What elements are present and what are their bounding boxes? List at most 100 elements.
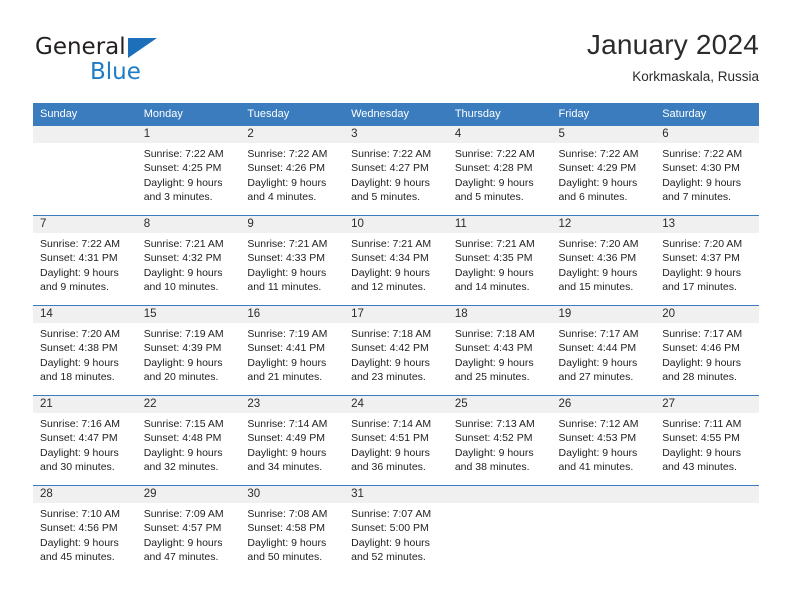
sunrise-text: Sunrise: 7:22 AM [662,148,743,160]
calendar-day[interactable]: 3 Sunrise: 7:22 AM Sunset: 4:27 PM Daylight… [344,126,448,215]
calendar-day[interactable]: 30 Sunrise: 7:08 AM Sunset: 4:58 PM Dayligh… [240,486,345,575]
calendar-day[interactable]: 23 Sunrise: 7:14 AM Sunset: 4:49 PM Dayligh… [240,396,345,485]
calendar-day[interactable]: 19 Sunrise: 7:17 AM Sunset: 4:44 PM Dayligh… [551,306,656,395]
calendar-day[interactable]: 21 Sunrise: 7:16 AM Sunset: 4:47 PM Dayligh… [33,396,137,485]
day-details: Sunrise: 7:19 AM Sunset: 4:41 PM Daylight:… [240,323,344,385]
calendar-day[interactable]: 4 Sunrise: 7:22 AM Sunset: 4:28 PM Daylight… [447,126,552,215]
calendar-day[interactable]: 12 Sunrise: 7:20 AM Sunset: 4:36 PM Dayligh… [551,216,656,305]
calendar-day[interactable]: 24 Sunrise: 7:14 AM Sunset: 4:51 PM Dayligh… [344,396,448,485]
calendar-day[interactable]: 11 Sunrise: 7:21 AM Sunset: 4:35 PM Dayligh… [447,216,552,305]
calendar-day[interactable]: 1 Sunrise: 7:22 AM Sunset: 4:25 PM Daylight… [136,126,241,215]
sunrise-text: Sunrise: 7:07 AM [351,508,432,520]
calendar-day[interactable]: 18 Sunrise: 7:18 AM Sunset: 4:43 PM Dayligh… [447,306,552,395]
calendar-cell: 29 Sunrise: 7:09 AM Sunset: 4:57 PM Dayligh… [136,485,241,575]
calendar-day[interactable]: 27 Sunrise: 7:11 AM Sunset: 4:55 PM Dayligh… [655,396,759,485]
day-number: 28 [33,486,137,503]
calendar-day[interactable]: 25 Sunrise: 7:13 AM Sunset: 4:52 PM Dayligh… [447,396,552,485]
calendar-day[interactable]: 5 Sunrise: 7:22 AM Sunset: 4:29 PM Daylight… [551,126,656,215]
calendar-cell: 6 Sunrise: 7:22 AM Sunset: 4:30 PM Daylight… [655,126,759,216]
day-details: Sunrise: 7:21 AM Sunset: 4:32 PM Daylight:… [137,233,241,295]
daylight-text: Daylight: 9 hours and 38 minutes. [454,446,534,474]
sunset-text: Sunset: 4:43 PM [454,342,533,355]
sunset-text: Sunset: 4:53 PM [558,432,637,445]
day-number: 9 [240,216,345,233]
calendar-cell: 12 Sunrise: 7:20 AM Sunset: 4:36 PM Dayligh… [551,215,656,306]
day-number: 13 [655,216,759,233]
calendar-cell: 17 Sunrise: 7:18 AM Sunset: 4:42 PM Dayligh… [344,305,448,396]
calendar-day[interactable]: 22 Sunrise: 7:15 AM Sunset: 4:48 PM Dayligh… [136,396,241,485]
sunset-text: Sunset: 4:58 PM [247,522,326,535]
sunrise-text: Sunrise: 7:21 AM [143,238,224,250]
sunset-text: Sunset: 4:35 PM [454,252,533,265]
calendar-day[interactable]: 9 Sunrise: 7:21 AM Sunset: 4:33 PM Daylight… [240,216,345,305]
calendar-day[interactable]: 16 Sunrise: 7:19 AM Sunset: 4:41 PM Dayligh… [240,306,345,395]
sunrise-text: Sunrise: 7:17 AM [558,328,639,340]
day-number: 19 [551,306,656,323]
calendar-day[interactable]: 6 Sunrise: 7:22 AM Sunset: 4:30 PM Daylight… [655,126,759,215]
calendar-cell: 19 Sunrise: 7:17 AM Sunset: 4:44 PM Dayligh… [551,305,656,396]
day-details: Sunrise: 7:08 AM Sunset: 4:58 PM Daylight:… [240,503,344,565]
day-details: Sunrise: 7:22 AM Sunset: 4:29 PM Daylight:… [552,143,656,205]
sunset-text: Sunset: 4:36 PM [558,252,637,265]
day-details: Sunrise: 7:18 AM Sunset: 4:43 PM Daylight:… [448,323,552,385]
day-number: 16 [240,306,345,323]
day-details: Sunrise: 7:18 AM Sunset: 4:42 PM Daylight:… [344,323,448,385]
sunset-text: Sunset: 4:41 PM [247,342,326,355]
day-number: 7 [33,216,137,233]
calendar-day[interactable]: 8 Sunrise: 7:21 AM Sunset: 4:32 PM Daylight… [136,216,241,305]
calendar-cell: 22 Sunrise: 7:15 AM Sunset: 4:48 PM Dayligh… [136,395,241,486]
day-number: 15 [136,306,241,323]
sunrise-text: Sunrise: 7:20 AM [40,328,120,340]
calendar-day[interactable]: 13 Sunrise: 7:20 AM Sunset: 4:37 PM Dayligh… [655,216,759,305]
day-details: Sunrise: 7:20 AM Sunset: 4:38 PM Daylight:… [33,323,137,385]
sunset-text: Sunset: 4:29 PM [558,162,637,175]
logo-text-blue: Blue [90,59,141,85]
calendar-cell: 16 Sunrise: 7:19 AM Sunset: 4:41 PM Dayligh… [240,305,345,396]
calendar-cell [33,126,137,216]
page-subtitle: Korkmaskala, Russia [632,69,759,84]
calendar-cell: 5 Sunrise: 7:22 AM Sunset: 4:29 PM Daylight… [551,126,656,216]
general-blue-logo[interactable]: General Blue [33,34,263,88]
calendar-day[interactable]: 7 Sunrise: 7:22 AM Sunset: 4:31 PM Daylight… [33,216,137,305]
calendar-day[interactable]: 10 Sunrise: 7:21 AM Sunset: 4:34 PM Dayligh… [344,216,448,305]
day-number [447,486,552,503]
sunset-text: Sunset: 4:30 PM [662,162,740,175]
calendar-day[interactable]: 2 Sunrise: 7:22 AM Sunset: 4:26 PM Daylight… [240,126,345,215]
sunrise-text: Sunrise: 7:22 AM [454,148,535,160]
calendar-day-empty [551,486,656,575]
calendar-week-row: 1 Sunrise: 7:22 AM Sunset: 4:25 PM Daylight… [33,126,759,216]
day-details: Sunrise: 7:10 AM Sunset: 4:56 PM Daylight:… [33,503,137,565]
calendar-day[interactable]: 15 Sunrise: 7:19 AM Sunset: 4:39 PM Dayligh… [136,306,241,395]
calendar-cell: 26 Sunrise: 7:12 AM Sunset: 4:53 PM Dayligh… [551,395,656,486]
sunset-text: Sunset: 4:55 PM [662,432,740,445]
daylight-text: Daylight: 9 hours and 4 minutes. [247,176,327,204]
day-number: 17 [344,306,448,323]
daylight-text: Daylight: 9 hours and 50 minutes. [247,536,327,564]
calendar-cell: 1 Sunrise: 7:22 AM Sunset: 4:25 PM Daylight… [136,126,241,216]
calendar-day[interactable]: 26 Sunrise: 7:12 AM Sunset: 4:53 PM Dayligh… [551,396,656,485]
daylight-text: Daylight: 9 hours and 45 minutes. [40,536,119,564]
calendar-day-empty [655,486,759,575]
calendar-day[interactable]: 29 Sunrise: 7:09 AM Sunset: 4:57 PM Dayligh… [136,486,241,575]
daylight-text: Daylight: 9 hours and 5 minutes. [454,176,534,204]
sunrise-text: Sunrise: 7:14 AM [247,418,328,430]
calendar-day[interactable]: 14 Sunrise: 7:20 AM Sunset: 4:38 PM Dayligh… [33,306,137,395]
calendar-day[interactable]: 28 Sunrise: 7:10 AM Sunset: 4:56 PM Dayligh… [33,486,137,575]
sunset-text: Sunset: 4:25 PM [143,162,222,175]
weekday-header-friday: Friday [551,103,656,126]
day-number [33,126,137,143]
calendar-day[interactable]: 17 Sunrise: 7:18 AM Sunset: 4:42 PM Dayligh… [344,306,448,395]
day-number: 1 [136,126,241,143]
sunset-text: Sunset: 4:49 PM [247,432,326,445]
calendar-day[interactable]: 20 Sunrise: 7:17 AM Sunset: 4:46 PM Dayligh… [655,306,759,395]
calendar-cell: 20 Sunrise: 7:17 AM Sunset: 4:46 PM Dayligh… [655,305,759,396]
sunset-text: Sunset: 4:39 PM [143,342,222,355]
sunrise-text: Sunrise: 7:19 AM [247,328,328,340]
day-number: 10 [344,216,448,233]
daylight-text: Daylight: 9 hours and 47 minutes. [143,536,223,564]
calendar-cell: 3 Sunrise: 7:22 AM Sunset: 4:27 PM Daylight… [344,126,448,216]
day-details: Sunrise: 7:21 AM Sunset: 4:35 PM Daylight:… [448,233,552,295]
calendar-day[interactable]: 31 Sunrise: 7:07 AM Sunset: 5:00 PM Dayligh… [344,486,448,575]
sunrise-text: Sunrise: 7:22 AM [143,148,224,160]
calendar-cell: 15 Sunrise: 7:19 AM Sunset: 4:39 PM Dayligh… [136,305,241,396]
